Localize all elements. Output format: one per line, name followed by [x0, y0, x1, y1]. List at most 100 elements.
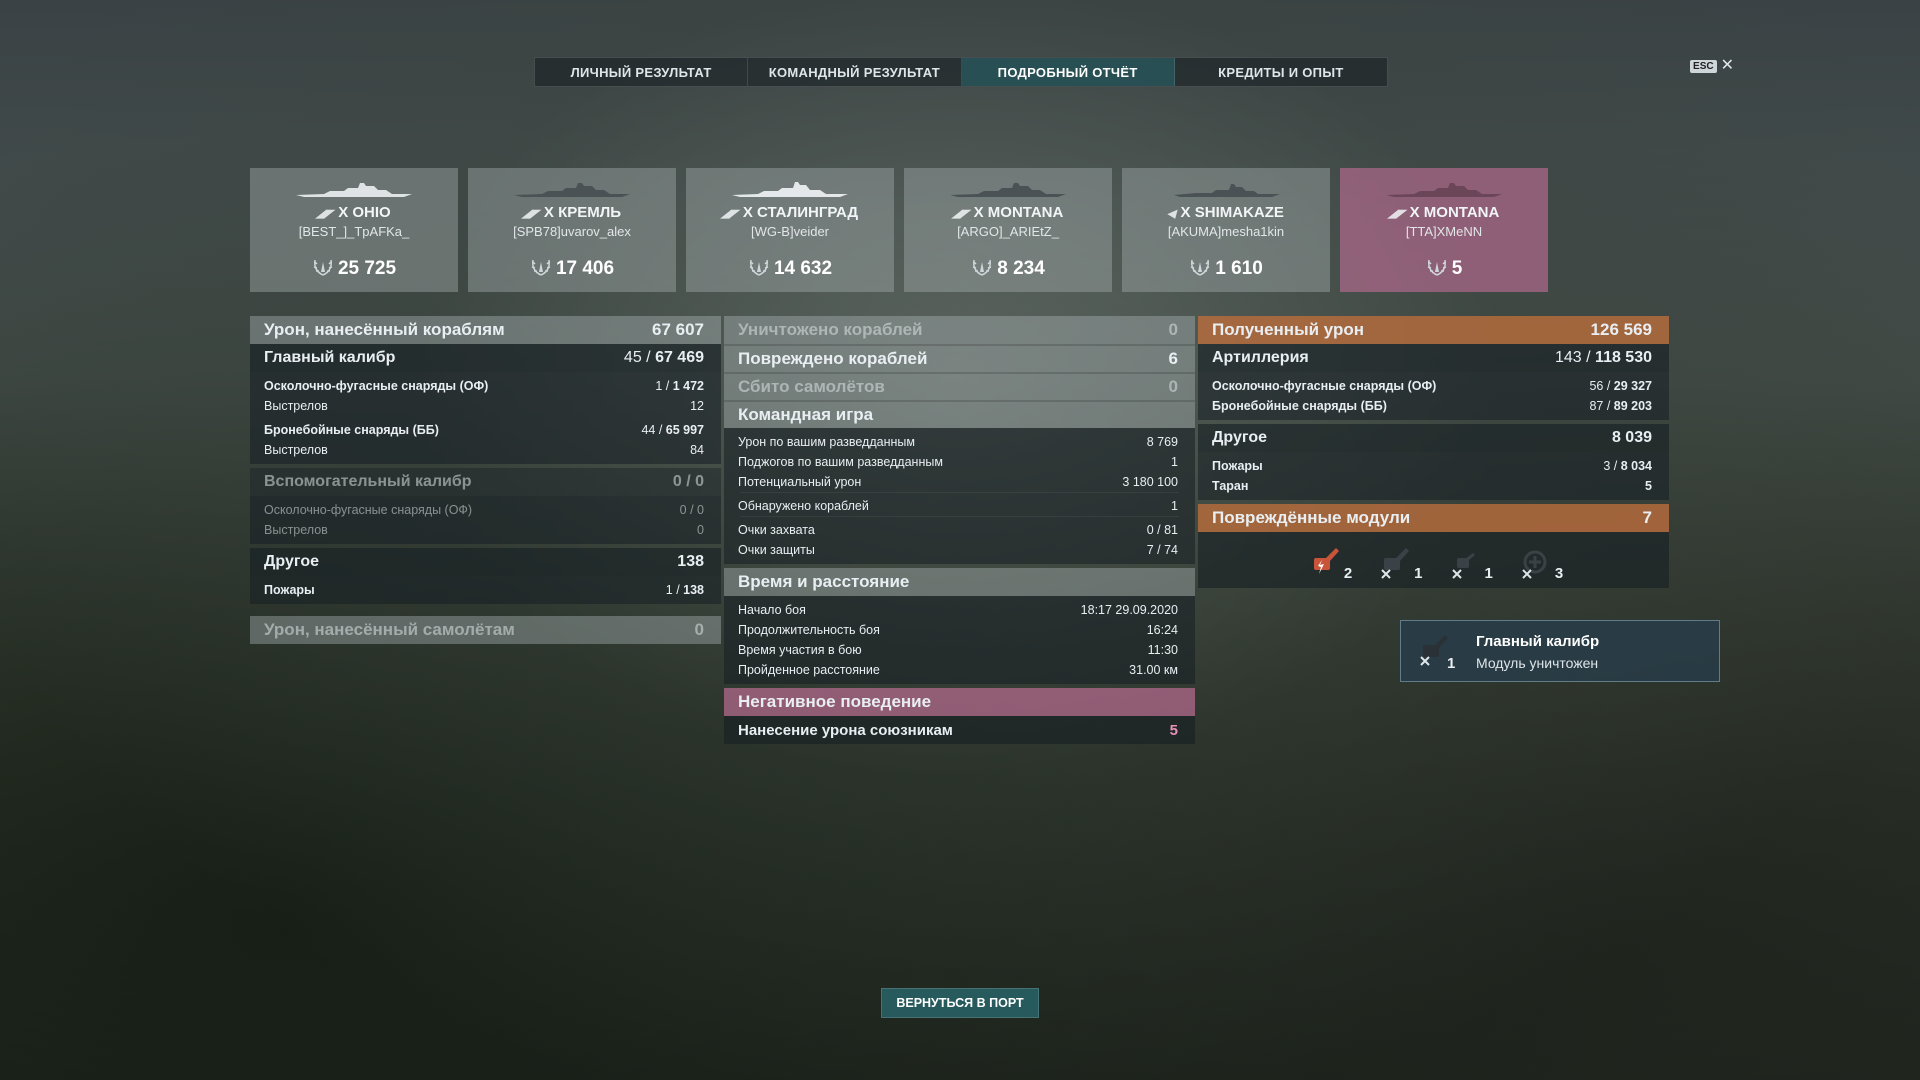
value: 45 / 67 469 [623, 349, 704, 366]
he-shots-row: Выстрелов 12 [264, 399, 704, 413]
tab-detailed-report[interactable]: ПОДРОБНЫЙ ОТЧЁТ [961, 58, 1175, 86]
ship-name: ◢◤ X КРЕМЛЬ [521, 204, 622, 221]
ship-name: ◢◤ X СТАЛИНГРАД [720, 204, 859, 221]
spotted-row: Обнаружено кораблей 1 [738, 499, 1178, 513]
defense-row: Очки защиты 7 / 74 [738, 543, 1178, 557]
close-icon[interactable]: ✕ [1721, 58, 1734, 74]
player-name: [AKUMA]mesha1kin [1167, 224, 1285, 239]
tab-personal-result[interactable]: ЛИЧНЫЙ РЕЗУЛЬТАТ [535, 58, 749, 86]
ap-shots-row: Выстрелов 84 [264, 443, 704, 457]
teamplay-details: Урон по вашим разведданным 8 769 Поджогов… [724, 428, 1195, 564]
battleship-icon [1386, 183, 1502, 197]
damaged-row: Повреждено кораблей 6 [724, 344, 1195, 372]
main-battery-destroyed-icon [1420, 635, 1448, 666]
received-header: Полученный урон 126 569 [1198, 316, 1669, 344]
laurel-icon [749, 259, 769, 276]
laurel-icon [531, 259, 551, 276]
ship-name: ◢◤ X OHIO [315, 204, 391, 221]
laurel-icon [1427, 259, 1446, 276]
capture-row: Очки захвата 0 / 81 [738, 523, 1178, 537]
player-name: [SPB78]uvarov_alex [513, 224, 631, 239]
tooltip-title: Главный калибр [1476, 633, 1600, 650]
player-card[interactable]: ◢◤ X СТАЛИНГРАД [WG-B]veider 14 632 [686, 168, 894, 292]
tooltip-count: 1 [1447, 655, 1456, 672]
score: 17 406 [468, 258, 676, 280]
main-battery-damaged-icon [1313, 548, 1339, 574]
destroyer-icon [1174, 184, 1280, 197]
tooltip-subtitle: Модуль уничтожен [1476, 655, 1599, 671]
player-card[interactable]: ◢◤ X КРЕМЛЬ [SPB78]uvarov_alex 17 406 [468, 168, 676, 292]
laurel-icon [1190, 259, 1210, 276]
planes-row: Сбито самолётов 0 [724, 372, 1195, 400]
score: 1 610 [1122, 258, 1330, 280]
player-card[interactable]: ◢◤ X MONTANA [ARGO]_ARIEtZ_ 8 234 [904, 168, 1112, 292]
ship-name: ◀ X SHIMAKAZE [1166, 204, 1284, 221]
modules-header: Повреждённые модули 7 [1198, 504, 1669, 532]
teamplay-header: Командная игра [724, 400, 1195, 428]
destroyed-row: Уничтожено кораблей 0 [724, 316, 1195, 344]
module-item[interactable]: 1 [1445, 544, 1493, 582]
secondary-row: Вспомогательный калибр 0 / 0 [250, 468, 721, 496]
module-item[interactable]: 1 [1374, 544, 1423, 582]
sec-shots-row: Выстрелов 0 [264, 523, 704, 537]
tab-credits-xp[interactable]: КРЕДИТЫ И ОПЫТ [1175, 58, 1387, 86]
fires-row: Пожары 1 / 138 [264, 583, 704, 597]
player-name: [TTA]XMeNN [1405, 224, 1483, 239]
potential-damage-row: Потенциальный урон 3 180 100 [738, 475, 1178, 489]
modules-list: 2 1 1 3 [1198, 532, 1669, 588]
tab-team-result[interactable]: КОМАНДНЫЙ РЕЗУЛЬТАТ [748, 58, 962, 86]
result-tabs: ЛИЧНЫЙ РЕЗУЛЬТАТ КОМАНДНЫЙ РЕЗУЛЬТАТ ПОД… [534, 57, 1388, 87]
participation-row: Время участия в бою 11:30 [738, 643, 1178, 657]
other-received-details: Пожары 3 / 8 034 Таран 5 [1198, 452, 1669, 500]
esc-key-hint: ESC [1690, 59, 1717, 73]
player-card-self[interactable]: ◢◤ X MONTANA [TTA]XMeNN 5 [1340, 168, 1548, 292]
artillery-row: Артиллерия 143 / 118 530 [1198, 344, 1669, 372]
start-row: Начало боя 18:17 29.09.2020 [738, 603, 1178, 617]
he-row: Осколочно-фугасные снаряды (ОФ) 56 / 29 3… [1212, 379, 1652, 393]
return-to-port-button[interactable]: ВЕРНУТЬСЯ В ПОРТ [881, 988, 1039, 1018]
cruiser-icon [732, 182, 848, 197]
main-battery-destroyed-icon [1381, 548, 1410, 579]
player-cards: ◢◤ X OHIO [BEST_]_TpAFKa_ 25 725 ◢◤ X КРЕМ… [250, 168, 1548, 292]
main-battery-details: Осколочно-фугасные снаряды (ОФ) 1 / 1 472… [250, 372, 721, 464]
score: 14 632 [686, 258, 894, 280]
close-button[interactable]: ESC ✕ [1690, 58, 1734, 74]
negative-header: Негативное поведение [724, 688, 1195, 716]
damage-ships-header: Урон, нанесённый кораблям 67 607 [250, 316, 721, 344]
score: 25 725 [250, 258, 458, 280]
distance-row: Пройденное расстояние 31.00 км [738, 663, 1178, 677]
score: 5 [1340, 258, 1548, 280]
damage-planes-row: Урон, нанесённый самолётам 0 [250, 616, 721, 644]
laurel-icon [313, 259, 333, 276]
ship-name: ◢◤ X MONTANA [1386, 204, 1500, 221]
aa-destroyed-icon [1522, 550, 1547, 579]
duration-row: Продолжительность боя 16:24 [738, 623, 1178, 637]
damage-received-panel: Полученный урон 126 569 Артиллерия 143 / … [1198, 316, 1669, 588]
sec-he-row: Осколочно-фугасные снаряды (ОФ) 0 / 0 [264, 503, 704, 517]
label: Урон, нанесённый кораблям [264, 320, 505, 339]
ship-name: ◢◤ X MONTANA [950, 204, 1064, 221]
score: 8 234 [904, 258, 1112, 280]
player-card[interactable]: ◀ X SHIMAKAZE [AKUMA]mesha1kin 1 610 [1122, 168, 1330, 292]
battleship-icon [296, 183, 412, 197]
laurel-icon [972, 259, 992, 276]
label: Главный калибр [264, 349, 396, 366]
module-item[interactable]: 2 [1304, 544, 1352, 582]
player-card[interactable]: ◢◤ X OHIO [BEST_]_TpAFKa_ 25 725 [250, 168, 458, 292]
ap-row: Бронебойные снаряды (ББ) 87 / 89 203 [1212, 399, 1652, 413]
ram-row: Таран 5 [1212, 479, 1652, 493]
secondary-destroyed-icon [1451, 553, 1475, 579]
spot-fires-row: Поджогов по вашим разведданным 1 [738, 455, 1178, 469]
other-row: Другое 138 [250, 548, 721, 576]
he-row: Осколочно-фугасные снаряды (ОФ) 1 / 1 472 [264, 379, 704, 393]
team-damage-row: Нанесение урона союзникам 5 [724, 716, 1195, 744]
module-item[interactable]: 3 [1515, 544, 1563, 582]
player-name: [BEST_]_TpAFKa_ [298, 224, 410, 239]
ap-row: Бронебойные снаряды (ББ) 44 / 65 997 [264, 423, 704, 437]
spot-damage-row: Урон по вашим разведданным 8 769 [738, 435, 1178, 449]
artillery-details: Осколочно-фугасные снаряды (ОФ) 56 / 29 3… [1198, 372, 1669, 420]
time-header: Время и расстояние [724, 568, 1195, 596]
player-name: [WG-B]veider [750, 224, 829, 239]
general-stats-panel: Уничтожено кораблей 0 Повреждено кораблей… [724, 316, 1195, 744]
other-received-row: Другое 8 039 [1198, 424, 1669, 452]
